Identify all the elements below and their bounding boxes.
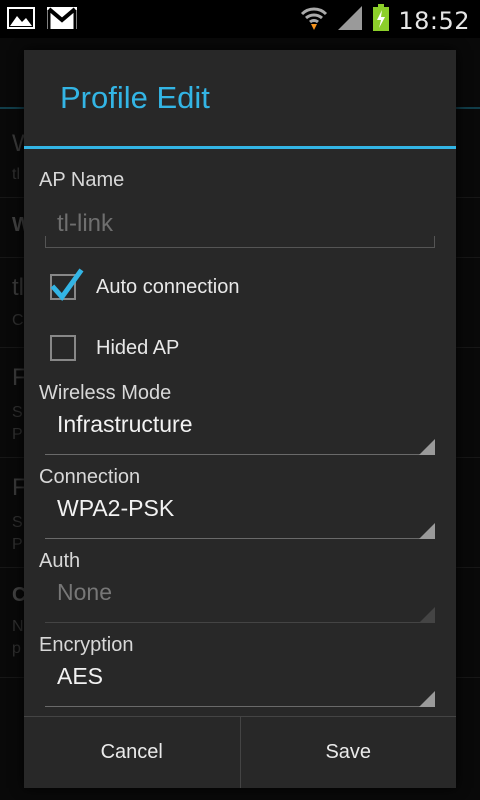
wireless-mode-value: Infrastructure bbox=[57, 411, 193, 437]
connection-spinner[interactable]: WPA2-PSK bbox=[45, 487, 435, 539]
auth-value: None bbox=[57, 579, 112, 605]
encryption-value: AES bbox=[57, 663, 104, 689]
auto-connection-label: Auto connection bbox=[96, 275, 240, 298]
hided-ap-checkbox-row[interactable]: Hided AP bbox=[50, 326, 430, 370]
ap-name-field[interactable] bbox=[45, 204, 435, 248]
hided-ap-checkbox[interactable] bbox=[50, 335, 76, 361]
dropdown-arrow-icon bbox=[419, 439, 435, 455]
auto-connection-checkbox[interactable] bbox=[50, 268, 84, 301]
auth-label: Auth bbox=[39, 550, 81, 572]
status-time: 18:52 bbox=[398, 6, 470, 35]
connection-label: Connection bbox=[39, 466, 141, 488]
dialog-title: Profile Edit bbox=[60, 80, 210, 115]
battery-charging-icon bbox=[372, 4, 390, 37]
profile-edit-dialog: Profile Edit AP Name Auto connection Hid… bbox=[24, 50, 456, 788]
dropdown-arrow-icon bbox=[419, 523, 435, 539]
wireless-mode-label: Wireless Mode bbox=[39, 382, 172, 404]
hided-ap-label: Hided AP bbox=[96, 336, 180, 359]
dialog-content[interactable]: AP Name Auto connection Hided AP Wireles… bbox=[24, 149, 456, 715]
encryption-label: Encryption bbox=[39, 634, 134, 656]
save-button[interactable]: Save bbox=[239, 717, 457, 788]
image-icon bbox=[6, 6, 36, 35]
dropdown-arrow-icon bbox=[419, 607, 435, 623]
wifi-icon bbox=[300, 4, 328, 37]
checkmark-icon bbox=[50, 268, 84, 301]
gmail-icon bbox=[46, 6, 78, 35]
ap-name-label: AP Name bbox=[39, 169, 125, 191]
auth-spinner: None bbox=[45, 571, 435, 623]
dialog-button-bar: Cancel Save bbox=[24, 716, 456, 788]
dropdown-arrow-icon bbox=[419, 691, 435, 707]
status-bar: 18:52 bbox=[0, 0, 480, 38]
wireless-mode-spinner[interactable]: Infrastructure bbox=[45, 403, 435, 455]
auto-connection-checkbox-row[interactable]: Auto connection bbox=[50, 265, 430, 309]
signal-icon bbox=[336, 4, 364, 37]
cancel-button[interactable]: Cancel bbox=[24, 717, 240, 788]
encryption-spinner[interactable]: AES bbox=[45, 655, 435, 707]
connection-value: WPA2-PSK bbox=[57, 495, 175, 521]
